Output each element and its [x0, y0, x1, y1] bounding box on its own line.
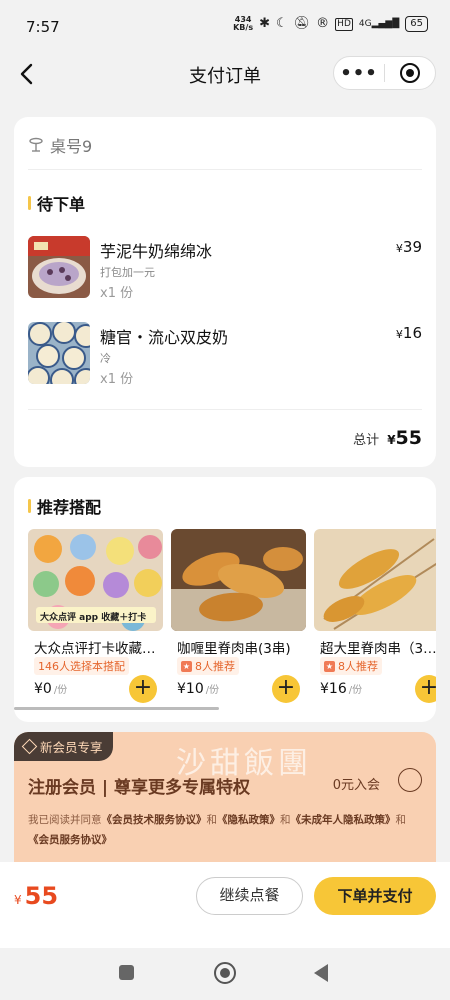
diamond-icon — [21, 738, 38, 755]
network-speed: 434 KB/s — [233, 15, 254, 32]
recents-icon[interactable] — [119, 965, 134, 980]
item-quantity: x1 份 — [100, 372, 134, 387]
section-accent-bar — [28, 499, 31, 513]
recommend-item[interactable]: 超大里脊肉串（3串） ★8人推荐 ¥16/份 + — [314, 529, 436, 707]
bluetooth-icon: ✱ — [259, 16, 270, 31]
item-name: 芋泥牛奶绵绵冰 — [100, 242, 213, 261]
item-price: ¥16 — [395, 324, 422, 342]
miniapp-capsule: ••• — [333, 56, 436, 90]
agreement-link[interactable]: 《会员技术服务协议》 — [102, 814, 207, 826]
member-tag: 新会员专享 — [14, 732, 113, 761]
pending-section-title: 待下单 — [28, 191, 85, 215]
table-number: 桌号9 — [28, 133, 92, 157]
item-spec: 打包加一元 — [100, 266, 155, 279]
table-label: 桌号9 — [50, 137, 93, 156]
status-time: 7:57 — [26, 18, 60, 36]
registered-icon: ® — [316, 16, 330, 31]
recommend-icon: ★ — [181, 660, 192, 672]
subtotal-label: 总计 — [353, 433, 380, 448]
section-accent-bar — [28, 196, 31, 210]
order-subtotal: 总计 ¥55 — [353, 427, 422, 449]
battery-indicator: 65 — [405, 16, 428, 32]
member-banner[interactable]: 沙甜飯團 新会员专享 注册会员 | 尊享更多专属特权 0元入会 我已阅读并同意《… — [14, 732, 436, 882]
item-thumbnail — [28, 236, 90, 298]
signal-4g-icon: 4G▂▄▆█ — [358, 19, 400, 29]
item-spec: 冷 — [100, 352, 111, 365]
order-card: 桌号9 待下单 芋泥牛奶绵绵冰 打包加一元 x1 份 ¥39 糖官・流心双皮奶 … — [14, 117, 436, 467]
add-to-cart-button[interactable]: + — [272, 675, 300, 703]
place-order-pay-button[interactable]: 下单并支付 — [314, 877, 436, 915]
recommend-icon: ★ — [324, 660, 335, 672]
recommend-name: 咖喱里脊肉串(3串) — [177, 641, 291, 657]
recommend-image-caption: 大众点评 app 收藏＋打卡 — [40, 613, 147, 623]
carousel-scrollbar — [14, 707, 219, 710]
member-title: 注册会员 | 尊享更多专属特权 — [28, 778, 251, 798]
volte-icon: HD — [335, 17, 353, 31]
recommend-card: 推荐搭配 大众点评 app 收藏＋打卡 大众点评打卡收藏得萌趣礼品 146人选择… — [14, 477, 436, 722]
continue-ordering-button[interactable]: 继续点餐 — [196, 877, 303, 915]
recommend-item[interactable]: 大众点评 app 收藏＋打卡 大众点评打卡收藏得萌趣礼品 146人选择本搭配 ¥… — [28, 529, 163, 707]
add-to-cart-button[interactable]: + — [129, 675, 157, 703]
agreement-link[interactable]: 《会员服务协议》 — [28, 834, 112, 846]
item-name: 糖官・流心双皮奶 — [100, 328, 229, 347]
recommend-price: ¥10/份 — [177, 681, 220, 697]
divider — [28, 409, 422, 410]
subtotal-value: ¥55 — [387, 427, 422, 449]
recommend-image: 大众点评 app 收藏＋打卡 — [28, 529, 163, 631]
member-agreement: 我已阅读并同意《会员技术服务协议》和《隐私政策》和《未成年人隐私政策》和 《会员服… — [28, 814, 406, 846]
recommend-tag: ★ 8人推荐 — [177, 657, 239, 675]
order-item[interactable]: 糖官・流心双皮奶 冷 x1 份 ¥16 — [28, 322, 422, 387]
back-triangle-icon[interactable] — [314, 964, 328, 982]
item-thumbnail — [28, 322, 90, 384]
target-icon — [400, 63, 420, 83]
recommend-carousel[interactable]: 大众点评 app 收藏＋打卡 大众点评打卡收藏得萌趣礼品 146人选择本搭配 ¥… — [28, 529, 436, 707]
status-icons: 434 KB/s ✱ ☾ 🔕︎ ® HD 4G▂▄▆█ 65 — [233, 16, 428, 32]
member-join-radio[interactable] — [398, 768, 422, 792]
checkout-bar: ¥55 继续点餐 下单并支付 — [0, 862, 450, 948]
table-icon — [29, 137, 43, 152]
agreement-link[interactable]: 《未成年人隐私政策》 — [291, 814, 396, 826]
recommend-image — [314, 529, 436, 631]
moon-icon: ☾ — [276, 16, 288, 31]
recommend-tag: ★ 8人推荐 — [320, 657, 382, 675]
recommend-price: ¥16/份 — [320, 681, 363, 697]
system-nav-bar — [0, 948, 450, 1000]
member-join-label: 0元入会 — [332, 778, 380, 793]
total-price: ¥55 — [14, 882, 59, 910]
recommend-price: ¥0/份 — [34, 681, 68, 697]
agreement-link[interactable]: 《隐私政策》 — [217, 814, 280, 826]
mute-icon: 🔕︎ — [293, 16, 311, 31]
divider — [28, 169, 422, 170]
status-bar: 7:57 434 KB/s ✱ ☾ 🔕︎ ® HD 4G▂▄▆█ 65 — [0, 0, 450, 56]
item-quantity: x1 份 — [100, 286, 134, 301]
recommend-item[interactable]: 咖喱里脊肉串(3串) ★ 8人推荐 ¥10/份 + — [171, 529, 306, 707]
home-icon[interactable] — [214, 962, 236, 984]
item-price: ¥39 — [395, 238, 422, 256]
recommend-tag: 146人选择本搭配 — [34, 657, 129, 675]
order-item[interactable]: 芋泥牛奶绵绵冰 打包加一元 x1 份 ¥39 — [28, 236, 422, 301]
close-miniapp-button[interactable] — [385, 63, 435, 83]
recommend-image — [171, 529, 306, 631]
recommend-name: 大众点评打卡收藏得萌趣礼品 — [34, 641, 160, 657]
page-header: 支付订单 ••• — [0, 56, 450, 96]
more-options-icon[interactable]: ••• — [334, 63, 384, 84]
recommend-section-title: 推荐搭配 — [28, 494, 101, 518]
recommend-name: 超大里脊肉串（3串） — [320, 641, 436, 657]
add-to-cart-button[interactable]: + — [415, 675, 436, 703]
